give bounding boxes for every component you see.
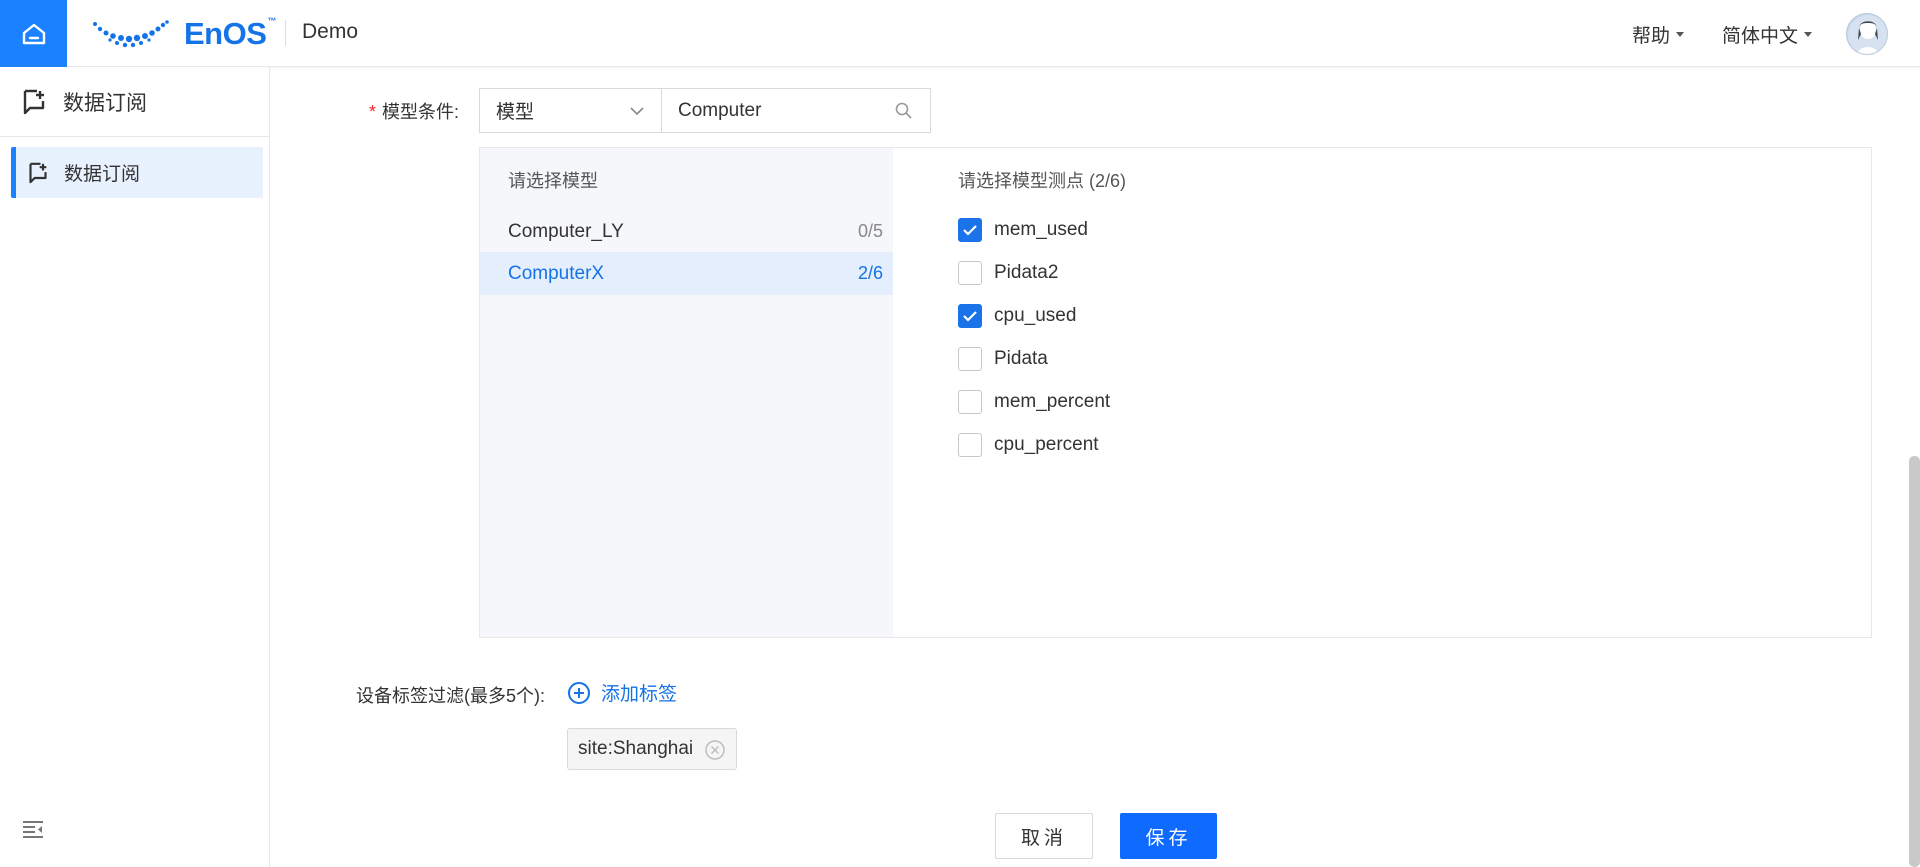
model-search-value: Computer — [678, 99, 762, 121]
point-label: cpu_used — [994, 305, 1077, 326]
header-divider — [285, 20, 286, 46]
required-mark: * — [369, 102, 377, 122]
home-icon — [22, 23, 45, 44]
sidebar-title: 数据订阅 — [63, 91, 147, 115]
model-selection-panel: 请选择模型 Computer_LY 0/5 ComputerX 2/6 请选择模… — [479, 147, 1872, 638]
check-icon — [963, 225, 977, 236]
point-checkbox-cpu-used[interactable]: cpu_used — [958, 301, 1076, 331]
tag-filter-label: 设备标签过滤(最多5个): — [356, 686, 545, 706]
checkbox-unchecked[interactable] — [958, 433, 982, 457]
collapse-sidebar-button[interactable] — [22, 820, 44, 843]
point-checkbox-mem-used[interactable]: mem_used — [958, 215, 1088, 245]
model-type-select-value: 模型 — [496, 102, 535, 123]
point-checkbox-pidata2[interactable]: Pidata2 — [958, 258, 1058, 288]
user-avatar[interactable] — [1846, 13, 1888, 55]
point-label: cpu_percent — [994, 434, 1099, 455]
measure-points-title: 请选择模型测点 (2/6) — [958, 171, 1127, 191]
sidebar-header: 数据订阅 — [0, 67, 270, 137]
save-button[interactable]: 保存 — [1120, 813, 1217, 859]
subscription-icon — [29, 162, 47, 183]
model-item-count: 2/6 — [857, 263, 883, 283]
model-item-computer-ly[interactable]: Computer_LY 0/5 — [480, 210, 893, 253]
caret-down-icon — [1676, 32, 1685, 37]
point-label: mem_percent — [994, 391, 1111, 412]
help-menu[interactable]: 帮助 — [1632, 21, 1685, 48]
cancel-button[interactable]: 取消 — [995, 813, 1093, 859]
checkbox-unchecked[interactable] — [958, 261, 982, 285]
chevron-down-icon — [630, 107, 644, 116]
point-label: Pidata — [994, 348, 1048, 369]
app-name: Demo — [302, 20, 359, 43]
model-item-name: Computer_LY — [508, 220, 624, 242]
plus-circle-icon — [568, 681, 590, 704]
model-type-select[interactable]: 模型 — [479, 88, 661, 133]
collapse-menu-icon — [23, 821, 43, 838]
checkbox-unchecked[interactable] — [958, 347, 982, 371]
model-list-title: 请选择模型 — [508, 171, 598, 191]
logo-dots-icon — [93, 20, 169, 48]
caret-down-icon — [1804, 32, 1813, 37]
model-item-computerx[interactable]: ComputerX 2/6 — [480, 252, 893, 295]
enos-logo: EnOS™ — [92, 14, 276, 54]
checkbox-checked[interactable] — [958, 304, 982, 328]
language-menu-label: 简体中文 — [1722, 26, 1799, 47]
subscription-icon — [23, 89, 45, 114]
point-label: mem_used — [994, 219, 1088, 240]
device-tag: site:Shanghai — [567, 728, 737, 770]
model-search-input[interactable]: Computer — [661, 88, 931, 133]
add-tag-button[interactable]: 添加标签 — [567, 679, 677, 706]
sidebar-item-data-subscription[interactable]: 数据订阅 — [11, 147, 263, 198]
model-condition-label: * 模型条件: — [369, 102, 460, 122]
model-item-name: ComputerX — [508, 262, 605, 284]
user-avatar-icon — [1848, 15, 1887, 54]
model-item-count: 0/5 — [857, 221, 883, 241]
device-tag-label: site:Shanghai — [578, 738, 694, 759]
checkbox-unchecked[interactable] — [958, 390, 982, 414]
sidebar: 数据订阅 数据订阅 — [0, 67, 270, 867]
top-header: EnOS™ Demo 帮助 简体中文 — [0, 0, 1920, 67]
model-list-pane: 请选择模型 Computer_LY 0/5 ComputerX 2/6 — [480, 148, 893, 637]
checkbox-checked[interactable] — [958, 218, 982, 242]
point-checkbox-cpu-percent[interactable]: cpu_percent — [958, 430, 1099, 460]
remove-tag-icon[interactable] — [705, 740, 725, 760]
point-checkbox-mem-percent[interactable]: mem_percent — [958, 387, 1110, 417]
point-label: Pidata2 — [994, 262, 1059, 283]
language-menu[interactable]: 简体中文 — [1722, 21, 1813, 48]
add-tag-label: 添加标签 — [601, 684, 678, 705]
brand-name: EnOS™ — [184, 16, 276, 51]
search-icon[interactable] — [894, 101, 914, 121]
page-scrollbar[interactable] — [1909, 456, 1920, 867]
help-menu-label: 帮助 — [1632, 26, 1671, 47]
check-icon — [963, 311, 977, 322]
home-button[interactable] — [0, 0, 67, 67]
sidebar-item-label: 数据订阅 — [64, 164, 141, 185]
point-checkbox-pidata[interactable]: Pidata — [958, 344, 1048, 374]
